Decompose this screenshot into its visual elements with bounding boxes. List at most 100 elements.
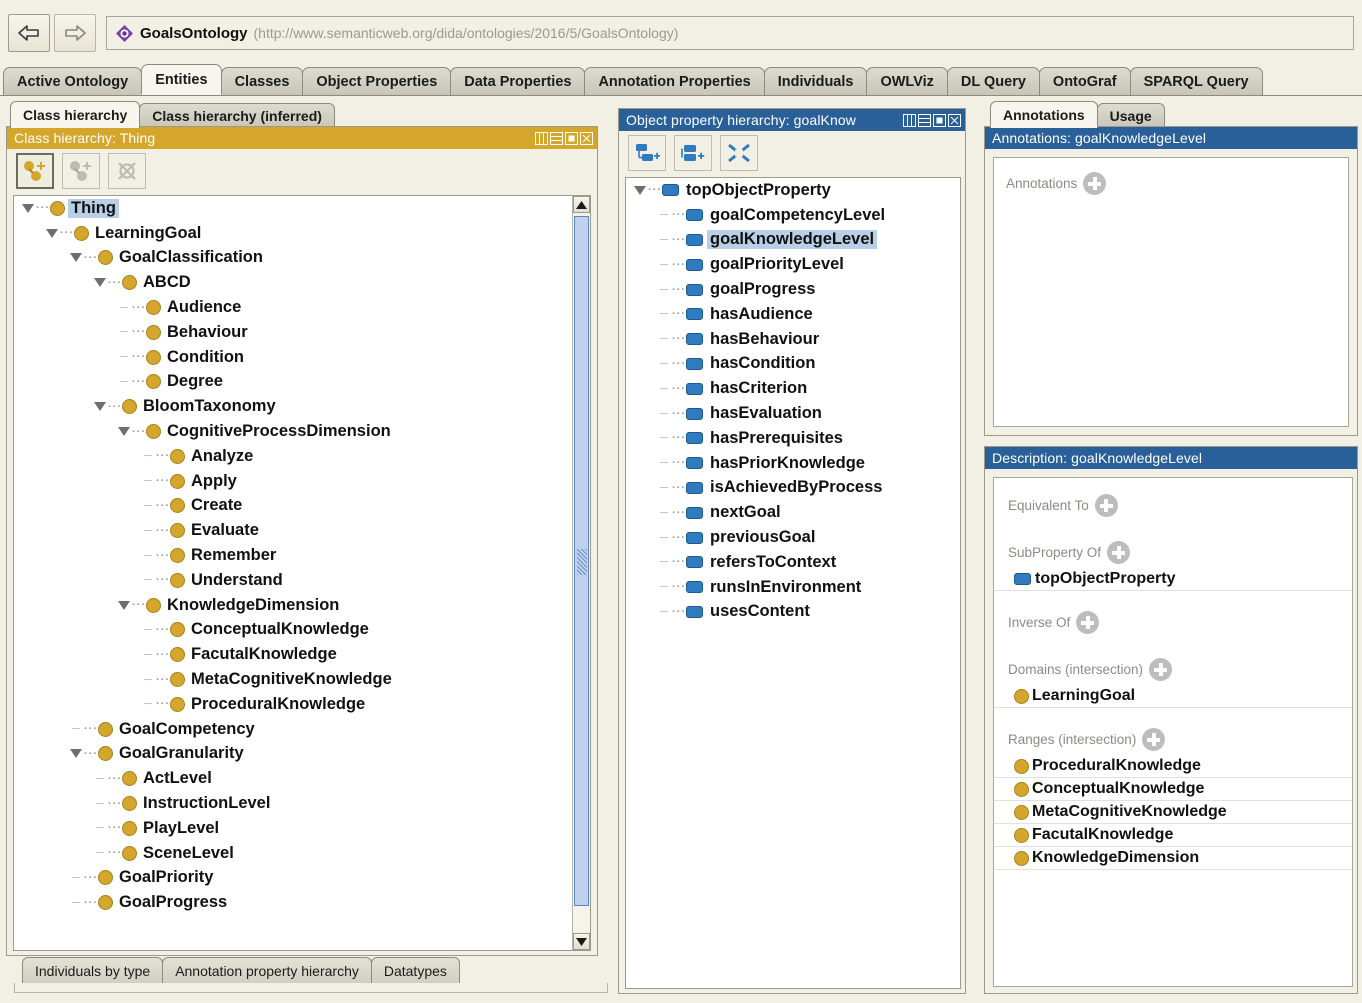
triangle-down-icon[interactable] <box>46 228 58 238</box>
subtab-annotations[interactable]: Annotations <box>990 101 1098 128</box>
tab-active-ontology[interactable]: Active Ontology <box>3 67 143 95</box>
ontology-uri-bar[interactable]: GoalsOntology (http://www.semanticweb.or… <box>106 16 1354 50</box>
tree-node[interactable]: ─ ···· refersToContext <box>626 550 960 575</box>
tree-node[interactable]: ─ ···· nextGoal <box>626 500 960 525</box>
minimize-icon[interactable] <box>550 131 563 145</box>
triangle-down-icon[interactable] <box>118 600 130 610</box>
tab-individuals[interactable]: Individuals <box>763 67 868 95</box>
expand-toggle[interactable] <box>116 427 132 437</box>
tree-node[interactable]: ─ ···· goalPriorityLevel <box>626 252 960 277</box>
add-subclass-button[interactable] <box>16 153 54 189</box>
tree-node[interactable]: ─ ···· Evaluate <box>14 518 572 543</box>
back-button[interactable] <box>8 14 50 52</box>
tree-node[interactable]: ─ ···· isAchievedByProcess <box>626 476 960 501</box>
maximize-icon[interactable] <box>933 113 946 127</box>
subtab-class-hierarchy[interactable]: Class hierarchy <box>10 101 141 128</box>
split-icon[interactable] <box>535 131 548 145</box>
scroll-thumb[interactable] <box>574 216 589 906</box>
bottom-tab-annotation-property-hierarchy[interactable]: Annotation property hierarchy <box>162 957 372 983</box>
description-entry[interactable]: ConceptualKnowledge <box>994 778 1352 801</box>
tree-node[interactable]: ─ ···· GoalPriority <box>14 866 572 891</box>
tree-node[interactable]: ─ ···· FacutalKnowledge <box>14 642 572 667</box>
expand-toggle[interactable] <box>68 749 84 759</box>
delete-property-button[interactable] <box>720 135 758 171</box>
tree-node[interactable]: ─ ···· hasCriterion <box>626 376 960 401</box>
expand-toggle[interactable] <box>92 402 108 412</box>
subtab-usage[interactable]: Usage <box>1096 103 1165 128</box>
add-ranges-intersection-button[interactable] <box>1142 728 1166 751</box>
tree-node[interactable]: ···· topObjectProperty <box>626 178 960 203</box>
tree-node[interactable]: ─ ···· Degree <box>14 370 572 395</box>
triangle-down-icon[interactable] <box>22 203 34 213</box>
tab-sparql-query[interactable]: SPARQL Query <box>1129 67 1263 95</box>
tree-node[interactable]: ─ ···· hasAudience <box>626 302 960 327</box>
scroll-down-button[interactable] <box>573 933 590 950</box>
class-tree-scrollbar[interactable] <box>572 196 590 950</box>
add-sub-property-button[interactable] <box>628 135 666 171</box>
tree-node[interactable]: ─ ···· ProceduralKnowledge <box>14 692 572 717</box>
tab-ontograf[interactable]: OntoGraf <box>1038 67 1131 95</box>
tree-node[interactable]: ─ ···· hasPrerequisites <box>626 426 960 451</box>
bottom-tab-individuals-by-type[interactable]: Individuals by type <box>22 957 164 983</box>
tree-node[interactable]: ···· GoalClassification <box>14 246 572 271</box>
subtab-class-hierarchy-inferred[interactable]: Class hierarchy (inferred) <box>139 103 335 128</box>
triangle-down-icon[interactable] <box>94 402 106 412</box>
tree-node[interactable]: ─ ···· Apply <box>14 469 572 494</box>
tree-node[interactable]: ─ ···· PlayLevel <box>14 816 572 841</box>
object-property-tree[interactable]: ····topObjectProperty─····goalCompetency… <box>625 177 961 989</box>
tree-node[interactable]: ─ ···· goalProgress <box>626 277 960 302</box>
tree-node[interactable]: ─ ···· Analyze <box>14 444 572 469</box>
tree-node[interactable]: ─ ···· ConceptualKnowledge <box>14 618 572 643</box>
tree-node[interactable]: ─ ···· MetaCognitiveKnowledge <box>14 667 572 692</box>
tree-node[interactable]: ─ ···· Remember <box>14 543 572 568</box>
split-icon[interactable] <box>903 113 916 127</box>
expand-toggle[interactable] <box>44 228 60 238</box>
bottom-tab-datatypes[interactable]: Datatypes <box>370 957 460 983</box>
tree-node[interactable]: ─ ···· hasBehaviour <box>626 327 960 352</box>
tree-node[interactable]: ─ ···· goalKnowledgeLevel <box>626 228 960 253</box>
add-domains-intersection-button[interactable] <box>1149 658 1173 681</box>
add-inverse-of-button[interactable] <box>1076 611 1100 634</box>
tab-annotation-properties[interactable]: Annotation Properties <box>584 67 765 95</box>
tree-node[interactable]: ─ ···· goalCompetencyLevel <box>626 203 960 228</box>
description-entry[interactable]: LearningGoal <box>994 685 1352 708</box>
tab-dl-query[interactable]: DL Query <box>946 67 1040 95</box>
expand-toggle[interactable] <box>632 185 648 195</box>
expand-toggle[interactable] <box>92 278 108 288</box>
add-annotation-button[interactable] <box>1083 172 1107 195</box>
tree-node[interactable]: ─ ···· GoalCompetency <box>14 717 572 742</box>
tree-node[interactable]: ─ ···· previousGoal <box>626 525 960 550</box>
triangle-down-icon[interactable] <box>118 427 130 437</box>
tree-node[interactable]: ···· KnowledgeDimension <box>14 593 572 618</box>
triangle-down-icon[interactable] <box>70 253 82 263</box>
minimize-icon[interactable] <box>918 113 931 127</box>
triangle-down-icon[interactable] <box>70 749 82 759</box>
forward-button[interactable] <box>54 14 96 52</box>
triangle-down-icon[interactable] <box>634 185 646 195</box>
annotations-body[interactable]: Annotations <box>993 157 1349 427</box>
add-sibling-class-button[interactable] <box>62 153 100 189</box>
delete-class-button[interactable] <box>108 153 146 189</box>
description-entry[interactable]: ProceduralKnowledge <box>994 755 1352 778</box>
expand-toggle[interactable] <box>116 600 132 610</box>
tree-node[interactable]: ─ ···· usesContent <box>626 600 960 625</box>
tree-node[interactable]: ···· ABCD <box>14 270 572 295</box>
description-entry[interactable]: FacutalKnowledge <box>994 824 1352 847</box>
description-entry[interactable]: KnowledgeDimension <box>994 847 1352 870</box>
class-tree[interactable]: ···· Thing ···· LearningGoal ···· GoalClassif… <box>13 195 591 951</box>
scroll-up-button[interactable] <box>573 196 590 213</box>
tab-classes[interactable]: Classes <box>220 67 304 95</box>
tree-node[interactable]: ─ ···· GoalProgress <box>14 890 572 915</box>
expand-toggle[interactable] <box>68 253 84 263</box>
tab-data-properties[interactable]: Data Properties <box>450 67 586 95</box>
scroll-track[interactable] <box>573 214 590 932</box>
tree-node[interactable]: ···· CognitiveProcessDimension <box>14 419 572 444</box>
maximize-icon[interactable] <box>565 131 578 145</box>
tree-node[interactable]: ─ ···· Behaviour <box>14 320 572 345</box>
tab-entities[interactable]: Entities <box>141 64 222 95</box>
tree-node[interactable]: ···· GoalGranularity <box>14 742 572 767</box>
tree-node[interactable]: ─ ···· ActLevel <box>14 766 572 791</box>
add-subproperty-of-button[interactable] <box>1107 541 1131 564</box>
close-icon[interactable] <box>580 131 593 145</box>
tree-node[interactable]: ─ ···· InstructionLevel <box>14 791 572 816</box>
